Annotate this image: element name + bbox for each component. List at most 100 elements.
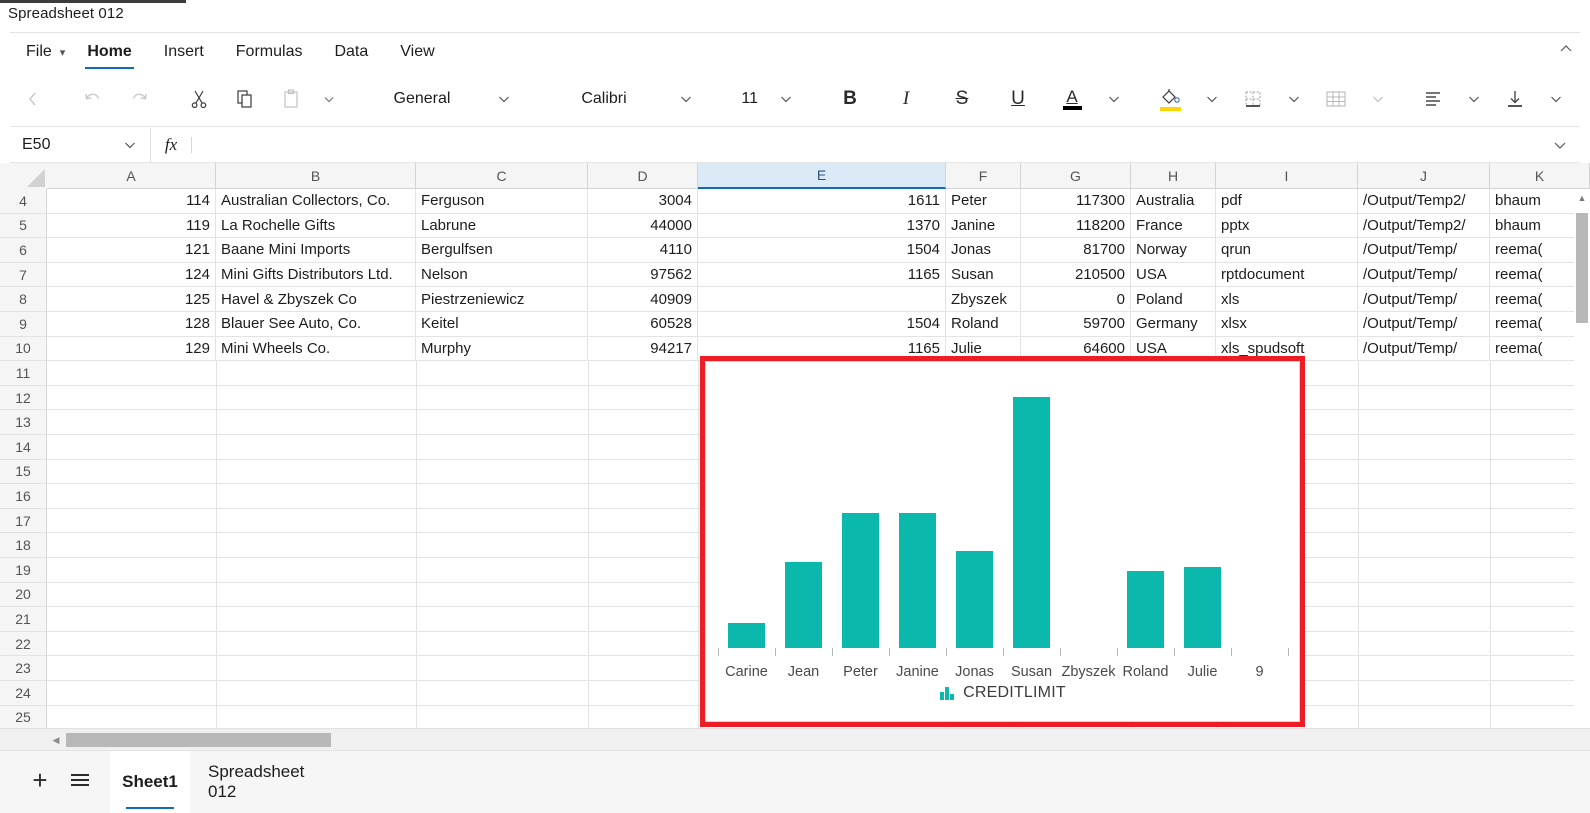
cell-C8[interactable]: Piestrzeniewicz [416, 287, 588, 312]
cell-D8[interactable]: 40909 [588, 287, 698, 312]
paste-button[interactable] [268, 79, 314, 119]
cell-G8[interactable]: 0 [1021, 287, 1131, 312]
row-header-16[interactable]: 16 [0, 484, 47, 509]
cell-A5[interactable]: 119 [47, 213, 216, 239]
row-header-13[interactable]: 13 [0, 410, 47, 435]
cell-D5[interactable]: 44000 [588, 213, 698, 239]
cell-C6[interactable]: Bergulfsen [416, 238, 588, 263]
cell-A7[interactable]: 124 [47, 262, 216, 288]
cell-D9[interactable]: 60528 [588, 312, 698, 337]
align-left-button[interactable] [1408, 79, 1458, 119]
chevron-down-icon[interactable] [486, 91, 526, 107]
chart-bar-janine[interactable] [898, 513, 937, 648]
column-header-a[interactable]: A [47, 163, 216, 189]
chevron-down-icon[interactable] [668, 91, 708, 107]
cell-G6[interactable]: 81700 [1021, 238, 1131, 263]
font-name-combo[interactable]: Calibri [540, 82, 708, 116]
row-header-12[interactable]: 12 [0, 385, 47, 411]
bold-button[interactable]: B [822, 79, 878, 119]
column-header-c[interactable]: C [416, 163, 588, 189]
cut-button[interactable] [176, 79, 222, 119]
cell-F9[interactable]: Roland [946, 312, 1021, 337]
row-header-23[interactable]: 23 [0, 656, 47, 681]
row-header-14[interactable]: 14 [0, 435, 47, 460]
ribbon-scroll-left-button[interactable] [10, 79, 56, 119]
row-header-25[interactable]: 25 [0, 705, 47, 728]
row-header-17[interactable]: 17 [0, 508, 47, 534]
row-header-22[interactable]: 22 [0, 631, 47, 657]
cell-B6[interactable]: Baane Mini Imports [216, 238, 416, 263]
row-header-15[interactable]: 15 [0, 459, 47, 485]
cell-F6[interactable]: Jonas [946, 238, 1021, 263]
table-styles-button[interactable] [1310, 79, 1362, 119]
cell-G5[interactable]: 118200 [1021, 213, 1131, 239]
column-header-g[interactable]: G [1021, 163, 1131, 189]
row-header-19[interactable]: 19 [0, 558, 47, 583]
row-header-24[interactable]: 24 [0, 681, 47, 706]
row-header-18[interactable]: 18 [0, 533, 47, 558]
cell-D7[interactable]: 97562 [588, 262, 698, 288]
column-header-i[interactable]: I [1216, 163, 1358, 189]
chart-bar-jean[interactable] [784, 562, 823, 648]
sheet-tab-spreadsheet-012[interactable]: Spreadsheet 012 [190, 751, 354, 813]
undo-button[interactable] [70, 79, 116, 119]
vertical-scrollbar[interactable]: ▲ [1574, 189, 1590, 728]
cell-B8[interactable]: Havel & Zbyszek Co [216, 287, 416, 312]
chart-bar-peter[interactable] [841, 513, 880, 648]
cell-C7[interactable]: Nelson [416, 262, 588, 288]
cell-J6[interactable]: /Output/Temp/ [1358, 238, 1490, 263]
cell-A4[interactable]: 114 [47, 189, 216, 214]
formula-input[interactable] [192, 128, 1540, 162]
chart-bar-carine[interactable] [727, 622, 766, 648]
row-header-21[interactable]: 21 [0, 607, 47, 632]
cell-B9[interactable]: Blauer See Auto, Co. [216, 312, 416, 337]
cell-D6[interactable]: 4110 [588, 238, 698, 263]
cell-B7[interactable]: Mini Gifts Distributors Ltd. [216, 262, 416, 288]
cell-H7[interactable]: USA [1131, 262, 1216, 288]
cell-A9[interactable]: 128 [47, 312, 216, 337]
cell-I5[interactable]: pptx [1216, 213, 1358, 239]
caret-up-icon[interactable]: ▲ [1574, 189, 1590, 206]
cell-H4[interactable]: Australia [1131, 189, 1216, 214]
cell-A10[interactable]: 129 [47, 336, 216, 362]
formula-bar-expand-button[interactable] [1540, 136, 1580, 154]
cell-I8[interactable]: xls [1216, 287, 1358, 312]
cell-D10[interactable]: 94217 [588, 336, 698, 362]
cell-F4[interactable]: Peter [946, 189, 1021, 214]
chart-object[interactable]: Carine Jean Peter Janine Jonas Susan Zbyszek Ro… [700, 356, 1305, 727]
chart-bar-jonas[interactable] [955, 550, 994, 648]
ribbon-tab-insert[interactable]: Insert [148, 33, 220, 71]
cell-G7[interactable]: 210500 [1021, 262, 1131, 288]
paste-options-chevron-icon[interactable] [314, 92, 344, 106]
column-header-f[interactable]: F [946, 163, 1021, 189]
chart-bar-julie[interactable] [1183, 566, 1222, 648]
row-header-5[interactable]: 5 [0, 213, 47, 239]
redo-button[interactable] [116, 79, 162, 119]
cell-C10[interactable]: Murphy [416, 336, 588, 362]
row-header-20[interactable]: 20 [0, 582, 47, 608]
font-color-button[interactable]: A [1046, 79, 1098, 119]
row-header-4[interactable]: 4 [0, 189, 47, 214]
cell-B5[interactable]: La Rochelle Gifts [216, 213, 416, 239]
cell-F8[interactable]: Zbyszek [946, 287, 1021, 312]
cell-J5[interactable]: /Output/Temp2/ [1358, 213, 1490, 239]
cell-A8[interactable]: 125 [47, 287, 216, 312]
number-format-combo[interactable]: General [358, 82, 526, 116]
column-header-h[interactable]: H [1131, 163, 1216, 189]
cell-I7[interactable]: rptdocument [1216, 262, 1358, 288]
italic-button[interactable]: I [878, 79, 934, 119]
font-size-combo[interactable]: 11 [722, 82, 808, 116]
copy-button[interactable] [222, 79, 268, 119]
sheet-tab-sheet1[interactable]: Sheet1 [110, 751, 190, 813]
underline-button[interactable]: U [990, 79, 1046, 119]
cell-E7[interactable]: 1165 [698, 262, 946, 288]
ribbon-collapse-button[interactable] [1558, 41, 1574, 57]
cell-J8[interactable]: /Output/Temp/ [1358, 287, 1490, 312]
column-header-d[interactable]: D [588, 163, 698, 189]
strikethrough-button[interactable]: S [934, 79, 990, 119]
row-header-8[interactable]: 8 [0, 287, 47, 312]
cell-H9[interactable]: Germany [1131, 312, 1216, 337]
chart-bar-roland[interactable] [1126, 570, 1165, 648]
caret-left-icon[interactable]: ◀ [48, 732, 64, 748]
name-box[interactable]: E50 [10, 128, 151, 162]
